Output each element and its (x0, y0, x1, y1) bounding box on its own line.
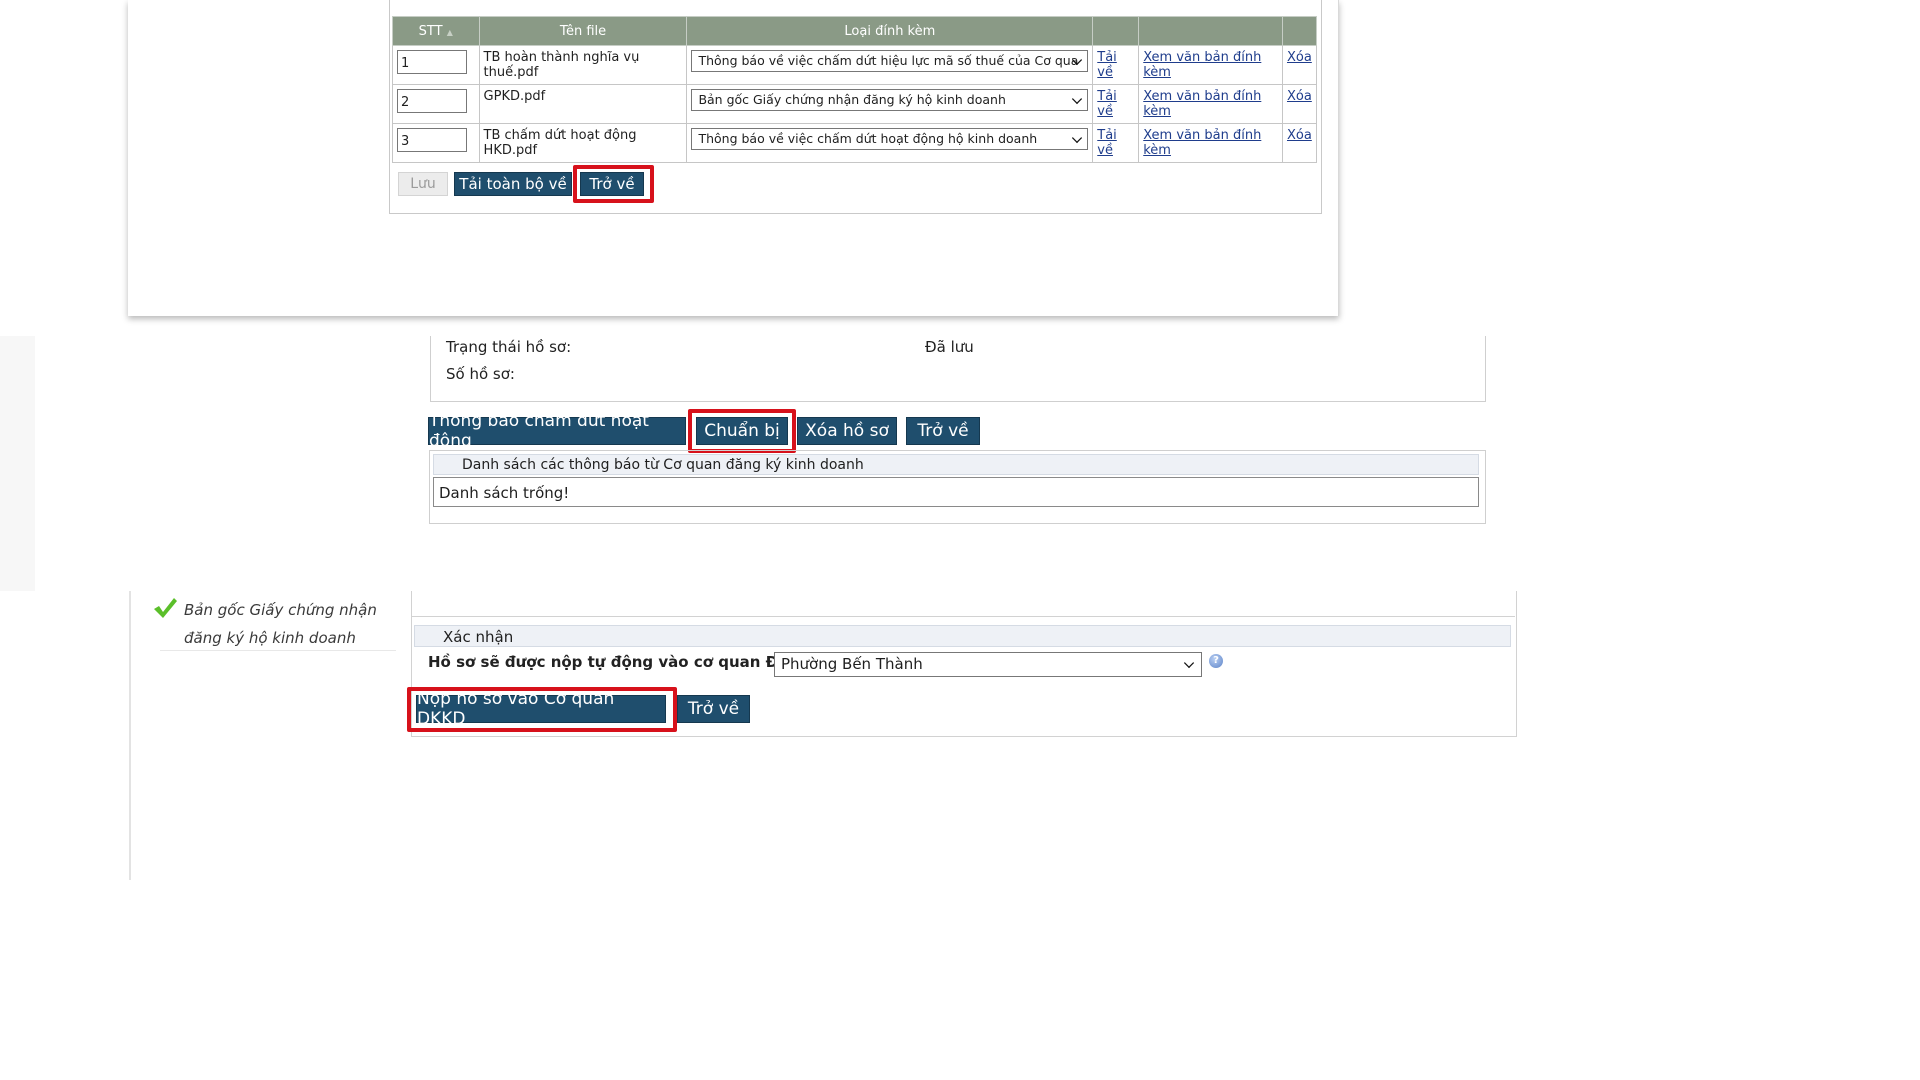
notify-termination-button[interactable]: Thông báo chấm dứt hoạt động (428, 411, 686, 451)
view-attachment-link[interactable]: Xem văn bản đính kèm (1143, 50, 1261, 80)
stt-cell: 1 (392, 45, 480, 85)
type-cell: Thông báo về việc chấm dứt hiệu lực mã s… (686, 45, 1094, 85)
authority-select[interactable]: Phường Bến Thành (774, 652, 1202, 677)
back-button[interactable]: Trở về (677, 695, 750, 723)
filename-cell: TB hoàn thành nghĩa vụ thuế.pdf (478, 45, 688, 85)
stt-input[interactable]: 3 (397, 128, 467, 152)
authority-select-value: Phường Bến Thành (781, 655, 923, 673)
column-header-stt[interactable]: STT ▲ (392, 16, 480, 46)
status-value: Đã lưu (925, 338, 974, 356)
column-header-download (1092, 16, 1140, 46)
download-cell: Tải về (1092, 123, 1140, 163)
divider (411, 616, 1515, 617)
download-cell: Tải về (1092, 45, 1140, 85)
stt-input[interactable]: 1 (397, 50, 467, 74)
delete-cell: Xóa (1281, 84, 1318, 124)
divider (160, 650, 396, 651)
back-button[interactable]: Trở về (906, 417, 980, 445)
delete-dossier-button[interactable]: Xóa hồ sơ (797, 417, 897, 445)
view-cell: Xem văn bản đính kèm (1138, 84, 1283, 124)
save-button[interactable]: Lưu (398, 172, 448, 196)
delete-link[interactable]: Xóa (1287, 128, 1312, 143)
stt-input[interactable]: 2 (397, 89, 467, 113)
highlight-box (688, 409, 796, 453)
column-header-delete (1281, 16, 1318, 46)
filename-cell: TB chấm dứt hoạt động HKD.pdf (478, 123, 688, 163)
checkmark-icon (154, 598, 177, 618)
download-link[interactable]: Tải về (1097, 128, 1117, 158)
checked-item: Bản gốc Giấy chứng nhận đăng ký hộ kinh … (184, 596, 377, 652)
confirm-title: Xác nhận (414, 625, 1511, 647)
column-header-view (1138, 16, 1283, 46)
view-cell: Xem văn bản đính kèm (1138, 45, 1283, 85)
sort-asc-icon: ▲ (446, 27, 453, 37)
authority-label: Hồ sơ sẽ được nộp tự động vào cơ quan ĐK… (428, 653, 828, 671)
column-header-filename: Tên file (478, 16, 688, 46)
delete-link[interactable]: Xóa (1287, 50, 1312, 65)
filename-cell: GPKD.pdf (478, 84, 688, 124)
chevron-down-icon (1072, 132, 1083, 144)
attachment-type-select[interactable]: Bản gốc Giấy chứng nhận đăng ký hộ kinh … (691, 89, 1089, 111)
table-row: 2 GPKD.pdf Bản gốc Giấy chứng nhận đăng … (392, 84, 1318, 124)
highlight-box (573, 165, 654, 203)
attachment-type-select[interactable]: Thông báo về việc chấm dứt hiệu lực mã s… (691, 50, 1089, 72)
stt-cell: 2 (392, 84, 480, 124)
attachments-table: STT ▲ Tên file Loại đính kèm 1 TB hoàn t… (392, 16, 1318, 163)
table-header-row: STT ▲ Tên file Loại đính kèm (392, 16, 1318, 46)
dossier-number-label: Số hồ sơ: (446, 365, 515, 383)
notice-list-title: Danh sách các thông báo từ Cơ quan đăng … (433, 454, 1479, 475)
download-link[interactable]: Tải về (1097, 89, 1117, 119)
checked-item-line2: đăng ký hộ kinh doanh (184, 629, 356, 647)
download-all-button[interactable]: Tải toàn bộ về (454, 172, 572, 196)
chevron-down-icon (1072, 93, 1083, 105)
chevron-down-icon (1183, 657, 1195, 669)
delete-link[interactable]: Xóa (1287, 89, 1312, 104)
view-cell: Xem văn bản đính kèm (1138, 123, 1283, 163)
status-label: Trạng thái hồ sơ: (446, 338, 572, 356)
checked-item-line1: Bản gốc Giấy chứng nhận (184, 601, 377, 619)
stt-cell: 3 (392, 123, 480, 163)
type-cell: Bản gốc Giấy chứng nhận đăng ký hộ kinh … (686, 84, 1094, 124)
table-row: 3 TB chấm dứt hoạt động HKD.pdf Thông bá… (392, 123, 1318, 163)
table-row: 1 TB hoàn thành nghĩa vụ thuế.pdf Thông … (392, 45, 1318, 85)
delete-cell: Xóa (1281, 45, 1318, 85)
delete-cell: Xóa (1281, 123, 1318, 163)
highlight-box (407, 687, 677, 732)
attachment-type-select[interactable]: Thông báo về việc chấm dứt hoạt động hộ … (691, 128, 1089, 150)
notice-list-empty: Danh sách trống! (433, 477, 1479, 507)
download-link[interactable]: Tải về (1097, 50, 1117, 80)
type-cell: Thông báo về việc chấm dứt hoạt động hộ … (686, 123, 1094, 163)
download-cell: Tải về (1092, 84, 1140, 124)
view-attachment-link[interactable]: Xem văn bản đính kèm (1143, 128, 1261, 158)
column-header-attachment-type: Loại đính kèm (686, 16, 1094, 46)
help-icon[interactable]: ? (1209, 654, 1223, 668)
view-attachment-link[interactable]: Xem văn bản đính kèm (1143, 89, 1261, 119)
